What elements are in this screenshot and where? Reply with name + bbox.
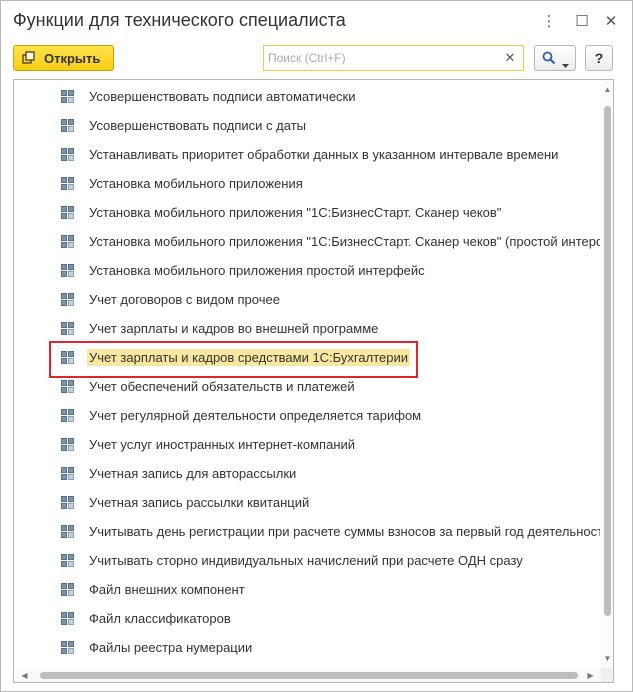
catalog-item-icon xyxy=(61,438,75,452)
list-item-label: Файл классификаторов xyxy=(89,611,231,626)
search-input[interactable] xyxy=(264,46,500,70)
list-item-label: Установка мобильного приложения "1С:Бизн… xyxy=(89,234,600,249)
list-item-label: Установка мобильного приложения "1С:Бизн… xyxy=(89,205,502,220)
list-item-label: Файл внешних компонент xyxy=(89,582,245,597)
list-item[interactable]: Учитывать сторно индивидуальных начислен… xyxy=(14,546,600,575)
list-item[interactable]: Учет зарплаты и кадров во внешней програ… xyxy=(14,314,600,343)
open-button-label: Открыть xyxy=(44,50,101,66)
chevron-down-icon xyxy=(562,56,569,74)
list-item[interactable]: Учет зарплаты и кадров средствами 1С:Бух… xyxy=(14,343,600,372)
list-item[interactable]: Усовершенствовать подписи автоматически xyxy=(14,82,600,111)
open-icon xyxy=(22,51,36,65)
list-item[interactable]: Учет договоров с видом прочее xyxy=(14,285,600,314)
list-item[interactable]: Установка мобильного приложения "1С:Бизн… xyxy=(14,198,600,227)
list-item[interactable]: Установка мобильного приложения простой … xyxy=(14,256,600,285)
toolbar: Открыть ✕ ? xyxy=(1,41,632,77)
list-item-label: Установка мобильного приложения простой … xyxy=(89,263,425,278)
list-item-label: Усовершенствовать подписи автоматически xyxy=(89,89,356,104)
catalog-item-icon xyxy=(61,583,75,597)
list-item-label: Учет услуг иностранных интернет-компаний xyxy=(89,437,356,452)
catalog-item-icon xyxy=(61,235,75,249)
list-item[interactable]: Установка мобильного приложения "1С:Бизн… xyxy=(14,227,600,256)
horizontal-scrollbar[interactable]: ◀ ▶ xyxy=(14,668,601,682)
list-item-label: Учитывать сторно индивидуальных начислен… xyxy=(89,553,523,568)
function-list-frame: Усовершенствовать подписи автоматически У… xyxy=(13,79,614,683)
catalog-item-icon xyxy=(61,525,75,539)
catalog-item-icon xyxy=(61,380,75,394)
list-item-label: Установка мобильного приложения xyxy=(89,176,303,191)
help-button[interactable]: ? xyxy=(585,45,613,71)
title-bar: Функции для технического специалиста ⋮ ☐… xyxy=(1,1,632,41)
more-icon[interactable]: ⋮ xyxy=(537,9,561,33)
catalog-item-icon xyxy=(61,177,75,191)
catalog-item-icon xyxy=(61,119,75,133)
search-box: ✕ xyxy=(263,45,524,71)
catalog-item-icon xyxy=(61,641,75,655)
list-item[interactable]: Учитывать день регистрации при расчете с… xyxy=(14,517,600,546)
list-item-label: Учет договоров с видом прочее xyxy=(89,292,280,307)
list-item-label: Учетная запись рассылки квитанций xyxy=(89,495,310,510)
catalog-item-icon xyxy=(61,496,75,510)
catalog-item-icon xyxy=(61,554,75,568)
scroll-up-icon[interactable]: ▲ xyxy=(603,85,612,94)
catalog-item-icon xyxy=(61,293,75,307)
list-item[interactable]: Учет обеспечений обязательств и платежей xyxy=(14,372,600,401)
catalog-item-icon xyxy=(61,351,75,365)
window: Функции для технического специалиста ⋮ ☐… xyxy=(0,0,633,692)
list-item-label: Учитывать день регистрации при расчете с… xyxy=(89,524,600,539)
catalog-item-icon xyxy=(61,322,75,336)
list-item[interactable]: Учет регулярной деятельности определяетс… xyxy=(14,401,600,430)
list-item[interactable]: Учетная запись рассылки квитанций xyxy=(14,488,600,517)
clear-icon[interactable]: ✕ xyxy=(501,49,519,67)
list-item[interactable]: Установка мобильного приложения xyxy=(14,169,600,198)
list-item[interactable]: Устанавливать приоритет обработки данных… xyxy=(14,140,600,169)
catalog-item-icon xyxy=(61,612,75,626)
search-button[interactable] xyxy=(534,45,576,71)
list-item-label: Усовершенствовать подписи с даты xyxy=(89,118,306,133)
list-item[interactable]: Файл внешних компонент xyxy=(14,575,600,604)
list-item-label: Учет регулярной деятельности определяетс… xyxy=(89,408,422,423)
catalog-item-icon xyxy=(61,264,75,278)
vertical-scroll-thumb[interactable] xyxy=(604,106,611,616)
horizontal-scroll-thumb[interactable] xyxy=(40,672,578,679)
open-button[interactable]: Открыть xyxy=(13,45,114,71)
list-item-label: Учет обеспечений обязательств и платежей xyxy=(89,379,355,394)
list-item-label: Учет зарплаты и кадров во внешней програ… xyxy=(89,321,379,336)
list-item[interactable]: Файл классификаторов xyxy=(14,604,600,633)
list-item-label: Учетная запись для авторассылки xyxy=(89,466,297,481)
maximize-icon[interactable]: ☐ xyxy=(570,9,594,33)
window-title: Функции для технического специалиста xyxy=(13,10,346,30)
close-icon[interactable]: ✕ xyxy=(599,9,623,33)
catalog-item-icon xyxy=(61,206,75,220)
list-item[interactable]: Усовершенствовать подписи с даты xyxy=(14,111,600,140)
scroll-corner xyxy=(601,668,613,682)
list-item[interactable]: Учетная запись для авторассылки xyxy=(14,459,600,488)
catalog-item-icon xyxy=(61,467,75,481)
scroll-down-icon[interactable]: ▼ xyxy=(603,654,612,663)
vertical-scrollbar[interactable]: ▲ ▼ xyxy=(601,80,613,668)
list-item[interactable]: Учет услуг иностранных интернет-компаний xyxy=(14,430,600,459)
catalog-item-icon xyxy=(61,90,75,104)
list-item-label: Файлы реестра нумерации xyxy=(89,640,253,655)
scroll-left-icon[interactable]: ◀ xyxy=(20,671,29,680)
function-list: Усовершенствовать подписи автоматически У… xyxy=(14,80,600,668)
magnifier-icon xyxy=(542,51,556,70)
list-item-label: Учет зарплаты и кадров средствами 1С:Бух… xyxy=(87,349,410,366)
catalog-item-icon xyxy=(61,148,75,162)
list-item-label: Устанавливать приоритет обработки данных… xyxy=(89,147,559,162)
scroll-right-icon[interactable]: ▶ xyxy=(586,671,595,680)
catalog-item-icon xyxy=(61,409,75,423)
list-item[interactable]: Файлы реестра нумерации xyxy=(14,633,600,662)
